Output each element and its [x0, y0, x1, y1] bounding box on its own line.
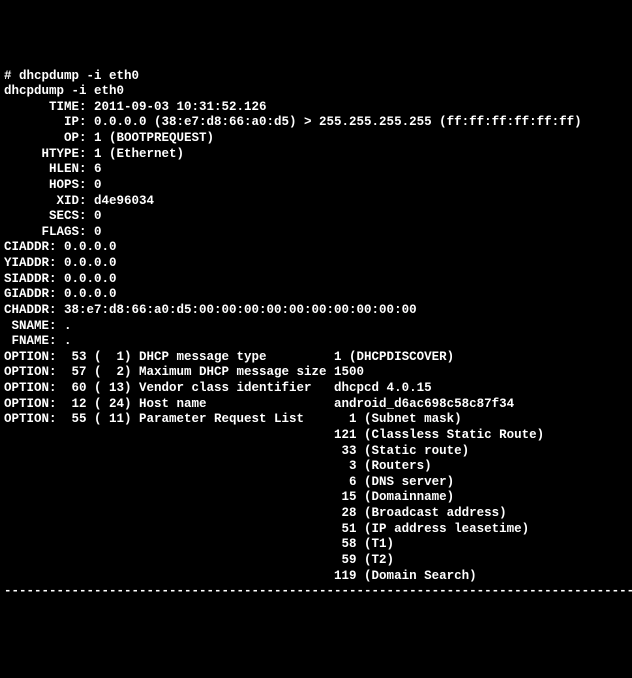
field-op: OP: 1 (BOOTPREQUEST) [4, 131, 628, 147]
field-fname: FNAME: . [4, 334, 628, 350]
field-ciaddr: CIADDR: 0.0.0.0 [4, 240, 628, 256]
command-prompt-line: # dhcpdump -i eth0 [4, 69, 628, 85]
field-sname: SNAME: . [4, 319, 628, 335]
field-ip: IP: 0.0.0.0 (38:e7:d8:66:a0:d5) > 255.25… [4, 115, 628, 131]
option-53: OPTION: 53 ( 1) DHCP message type 1 (DHC… [4, 350, 628, 366]
field-htype: HTYPE: 1 (Ethernet) [4, 147, 628, 163]
option-55: OPTION: 55 ( 11) Parameter Request List … [4, 412, 628, 428]
field-hops: HOPS: 0 [4, 178, 628, 194]
command-echo-line: dhcpdump -i eth0 [4, 84, 628, 100]
option-57: OPTION: 57 ( 2) Maximum DHCP message siz… [4, 365, 628, 381]
field-chaddr: CHADDR: 38:e7:d8:66:a0:d5:00:00:00:00:00… [4, 303, 628, 319]
param-request-15: 15 (Domainname) [4, 490, 628, 506]
field-hlen: HLEN: 6 [4, 162, 628, 178]
field-yiaddr: YIADDR: 0.0.0.0 [4, 256, 628, 272]
param-request-59: 59 (T2) [4, 553, 628, 569]
param-request-28: 28 (Broadcast address) [4, 506, 628, 522]
option-12: OPTION: 12 ( 24) Host name android_d6ac6… [4, 397, 628, 413]
param-request-119: 119 (Domain Search) [4, 569, 628, 585]
param-request-33: 33 (Static route) [4, 444, 628, 460]
param-request-58: 58 (T1) [4, 537, 628, 553]
field-xid: XID: d4e96034 [4, 194, 628, 210]
param-request-6: 6 (DNS server) [4, 475, 628, 491]
field-secs: SECS: 0 [4, 209, 628, 225]
param-request-121: 121 (Classless Static Route) [4, 428, 628, 444]
param-request-51: 51 (IP address leasetime) [4, 522, 628, 538]
option-60: OPTION: 60 ( 13) Vendor class identifier… [4, 381, 628, 397]
field-time: TIME: 2011-09-03 10:31:52.126 [4, 100, 628, 116]
field-siaddr: SIADDR: 0.0.0.0 [4, 272, 628, 288]
separator: ----------------------------------------… [4, 584, 628, 600]
terminal-output: # dhcpdump -i eth0dhcpdump -i eth0 TIME:… [4, 69, 628, 600]
param-request-3: 3 (Routers) [4, 459, 628, 475]
field-giaddr: GIADDR: 0.0.0.0 [4, 287, 628, 303]
field-flags: FLAGS: 0 [4, 225, 628, 241]
